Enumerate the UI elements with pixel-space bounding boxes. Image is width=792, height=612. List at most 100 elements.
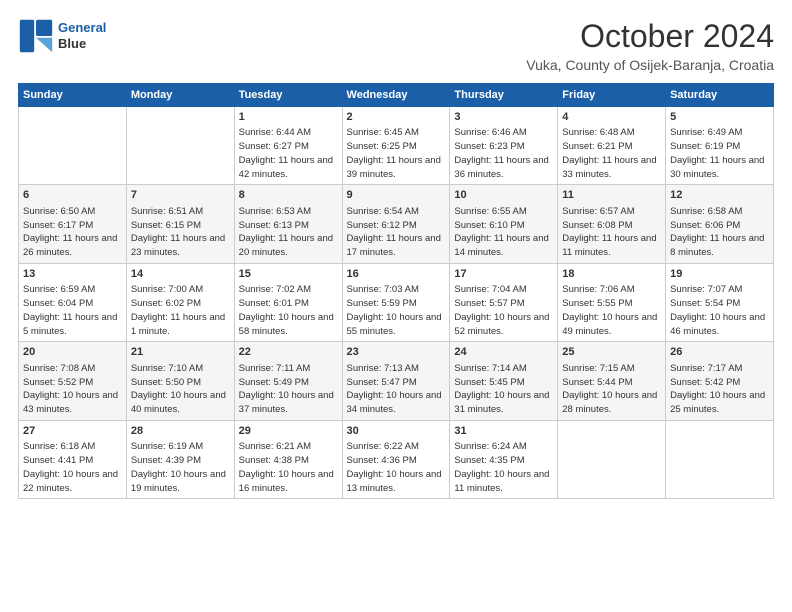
day-info: Sunrise: 7:17 AM Sunset: 5:42 PM Dayligh…	[670, 362, 769, 417]
day-number: 20	[23, 345, 122, 360]
logo-icon	[18, 18, 54, 54]
day-number: 17	[454, 267, 553, 282]
day-number: 5	[670, 110, 769, 125]
day-number: 18	[562, 267, 661, 282]
day-number: 11	[562, 188, 661, 203]
day-number: 22	[239, 345, 338, 360]
day-info: Sunrise: 6:18 AM Sunset: 4:41 PM Dayligh…	[23, 440, 122, 495]
day-number: 3	[454, 110, 553, 125]
calendar-cell: 8 Sunrise: 6:53 AM Sunset: 6:13 PM Daylig…	[234, 185, 342, 263]
day-number: 16	[347, 267, 446, 282]
calendar-week-row: 27Sunrise: 6:18 AM Sunset: 4:41 PM Dayli…	[19, 420, 774, 498]
day-info: Sunrise: 6:45 AM Sunset: 6:25 PM Dayligh…	[347, 126, 446, 181]
day-info: Sunrise: 7:02 AM Sunset: 6:01 PM Dayligh…	[239, 283, 338, 338]
logo-text: General Blue	[58, 20, 106, 51]
weekday-header: Tuesday	[234, 84, 342, 107]
logo: General Blue	[18, 18, 106, 54]
calendar-week-row: 20 Sunrise: 7:08 AM Sunset: 5:52 PM Dayli…	[19, 342, 774, 420]
calendar-cell: 30Sunrise: 6:22 AM Sunset: 4:36 PM Dayli…	[342, 420, 450, 498]
calendar-cell: 9Sunrise: 6:54 AM Sunset: 6:12 PM Daylig…	[342, 185, 450, 263]
day-info: Sunrise: 6:19 AM Sunset: 4:39 PM Dayligh…	[131, 440, 230, 495]
day-number: 31	[454, 424, 553, 439]
header: General Blue October 2024 Vuka, County o…	[18, 18, 774, 73]
day-info: Sunrise: 7:04 AM Sunset: 5:57 PM Dayligh…	[454, 283, 553, 338]
calendar-cell: 19Sunrise: 7:07 AM Sunset: 5:54 PM Dayli…	[666, 263, 774, 341]
day-info: Sunrise: 6:46 AM Sunset: 6:23 PM Dayligh…	[454, 126, 553, 181]
calendar-cell: 29Sunrise: 6:21 AM Sunset: 4:38 PM Dayli…	[234, 420, 342, 498]
day-number: 10	[454, 188, 553, 203]
day-number: 12	[670, 188, 769, 203]
calendar-cell	[558, 420, 666, 498]
day-info: Sunrise: 6:50 AM Sunset: 6:17 PM Dayligh…	[23, 205, 122, 260]
calendar-cell: 14Sunrise: 7:00 AM Sunset: 6:02 PM Dayli…	[126, 263, 234, 341]
day-info: Sunrise: 6:55 AM Sunset: 6:10 PM Dayligh…	[454, 205, 553, 260]
day-number: 25	[562, 345, 661, 360]
calendar-cell: 5Sunrise: 6:49 AM Sunset: 6:19 PM Daylig…	[666, 107, 774, 185]
weekday-header: Thursday	[450, 84, 558, 107]
day-number: 28	[131, 424, 230, 439]
day-info: Sunrise: 6:21 AM Sunset: 4:38 PM Dayligh…	[239, 440, 338, 495]
day-number: 6	[23, 188, 122, 203]
day-info: Sunrise: 6:51 AM Sunset: 6:15 PM Dayligh…	[131, 205, 230, 260]
calendar-cell: 1Sunrise: 6:44 AM Sunset: 6:27 PM Daylig…	[234, 107, 342, 185]
calendar-cell: 10 Sunrise: 6:55 AM Sunset: 6:10 PM Dayli…	[450, 185, 558, 263]
calendar-cell: 17Sunrise: 7:04 AM Sunset: 5:57 PM Dayli…	[450, 263, 558, 341]
day-number: 7	[131, 188, 230, 203]
day-info: Sunrise: 7:06 AM Sunset: 5:55 PM Dayligh…	[562, 283, 661, 338]
calendar-cell: 24 Sunrise: 7:14 AM Sunset: 5:45 PM Dayli…	[450, 342, 558, 420]
day-number: 23	[347, 345, 446, 360]
calendar-cell: 21Sunrise: 7:10 AM Sunset: 5:50 PM Dayli…	[126, 342, 234, 420]
calendar-cell	[126, 107, 234, 185]
weekday-header: Monday	[126, 84, 234, 107]
calendar: SundayMondayTuesdayWednesdayThursdayFrid…	[18, 83, 774, 499]
calendar-cell: 23 Sunrise: 7:13 AM Sunset: 5:47 PM Dayli…	[342, 342, 450, 420]
day-info: Sunrise: 6:59 AM Sunset: 6:04 PM Dayligh…	[23, 283, 122, 338]
calendar-cell: 4Sunrise: 6:48 AM Sunset: 6:21 PM Daylig…	[558, 107, 666, 185]
weekday-header: Wednesday	[342, 84, 450, 107]
day-info: Sunrise: 6:24 AM Sunset: 4:35 PM Dayligh…	[454, 440, 553, 495]
calendar-cell: 7 Sunrise: 6:51 AM Sunset: 6:15 PM Daylig…	[126, 185, 234, 263]
day-info: Sunrise: 6:44 AM Sunset: 6:27 PM Dayligh…	[239, 126, 338, 181]
calendar-cell: 28Sunrise: 6:19 AM Sunset: 4:39 PM Dayli…	[126, 420, 234, 498]
day-number: 8	[239, 188, 338, 203]
day-number: 2	[347, 110, 446, 125]
day-number: 19	[670, 267, 769, 282]
day-info: Sunrise: 7:14 AM Sunset: 5:45 PM Dayligh…	[454, 362, 553, 417]
day-number: 29	[239, 424, 338, 439]
day-info: Sunrise: 6:49 AM Sunset: 6:19 PM Dayligh…	[670, 126, 769, 181]
day-info: Sunrise: 7:00 AM Sunset: 6:02 PM Dayligh…	[131, 283, 230, 338]
day-info: Sunrise: 7:03 AM Sunset: 5:59 PM Dayligh…	[347, 283, 446, 338]
day-number: 1	[239, 110, 338, 125]
calendar-cell: 13Sunrise: 6:59 AM Sunset: 6:04 PM Dayli…	[19, 263, 127, 341]
calendar-week-row: 13Sunrise: 6:59 AM Sunset: 6:04 PM Dayli…	[19, 263, 774, 341]
day-info: Sunrise: 6:53 AM Sunset: 6:13 PM Dayligh…	[239, 205, 338, 260]
day-number: 4	[562, 110, 661, 125]
calendar-header-row: SundayMondayTuesdayWednesdayThursdayFrid…	[19, 84, 774, 107]
weekday-header: Saturday	[666, 84, 774, 107]
calendar-cell: 16Sunrise: 7:03 AM Sunset: 5:59 PM Dayli…	[342, 263, 450, 341]
month-title: October 2024	[526, 18, 774, 55]
day-number: 13	[23, 267, 122, 282]
calendar-cell: 12Sunrise: 6:58 AM Sunset: 6:06 PM Dayli…	[666, 185, 774, 263]
calendar-cell: 22Sunrise: 7:11 AM Sunset: 5:49 PM Dayli…	[234, 342, 342, 420]
weekday-header: Friday	[558, 84, 666, 107]
calendar-cell: 11Sunrise: 6:57 AM Sunset: 6:08 PM Dayli…	[558, 185, 666, 263]
location: Vuka, County of Osijek-Baranja, Croatia	[526, 57, 774, 73]
calendar-cell: 25Sunrise: 7:15 AM Sunset: 5:44 PM Dayli…	[558, 342, 666, 420]
day-info: Sunrise: 7:13 AM Sunset: 5:47 PM Dayligh…	[347, 362, 446, 417]
day-info: Sunrise: 6:54 AM Sunset: 6:12 PM Dayligh…	[347, 205, 446, 260]
day-number: 14	[131, 267, 230, 282]
day-number: 21	[131, 345, 230, 360]
calendar-cell	[666, 420, 774, 498]
day-info: Sunrise: 6:48 AM Sunset: 6:21 PM Dayligh…	[562, 126, 661, 181]
day-number: 26	[670, 345, 769, 360]
page: General Blue October 2024 Vuka, County o…	[0, 0, 792, 509]
weekday-header: Sunday	[19, 84, 127, 107]
calendar-cell: 15Sunrise: 7:02 AM Sunset: 6:01 PM Dayli…	[234, 263, 342, 341]
title-section: October 2024 Vuka, County of Osijek-Bara…	[526, 18, 774, 73]
calendar-cell: 26 Sunrise: 7:17 AM Sunset: 5:42 PM Dayli…	[666, 342, 774, 420]
calendar-cell	[19, 107, 127, 185]
day-number: 24	[454, 345, 553, 360]
day-info: Sunrise: 7:08 AM Sunset: 5:52 PM Dayligh…	[23, 362, 122, 417]
calendar-cell: 20 Sunrise: 7:08 AM Sunset: 5:52 PM Dayli…	[19, 342, 127, 420]
